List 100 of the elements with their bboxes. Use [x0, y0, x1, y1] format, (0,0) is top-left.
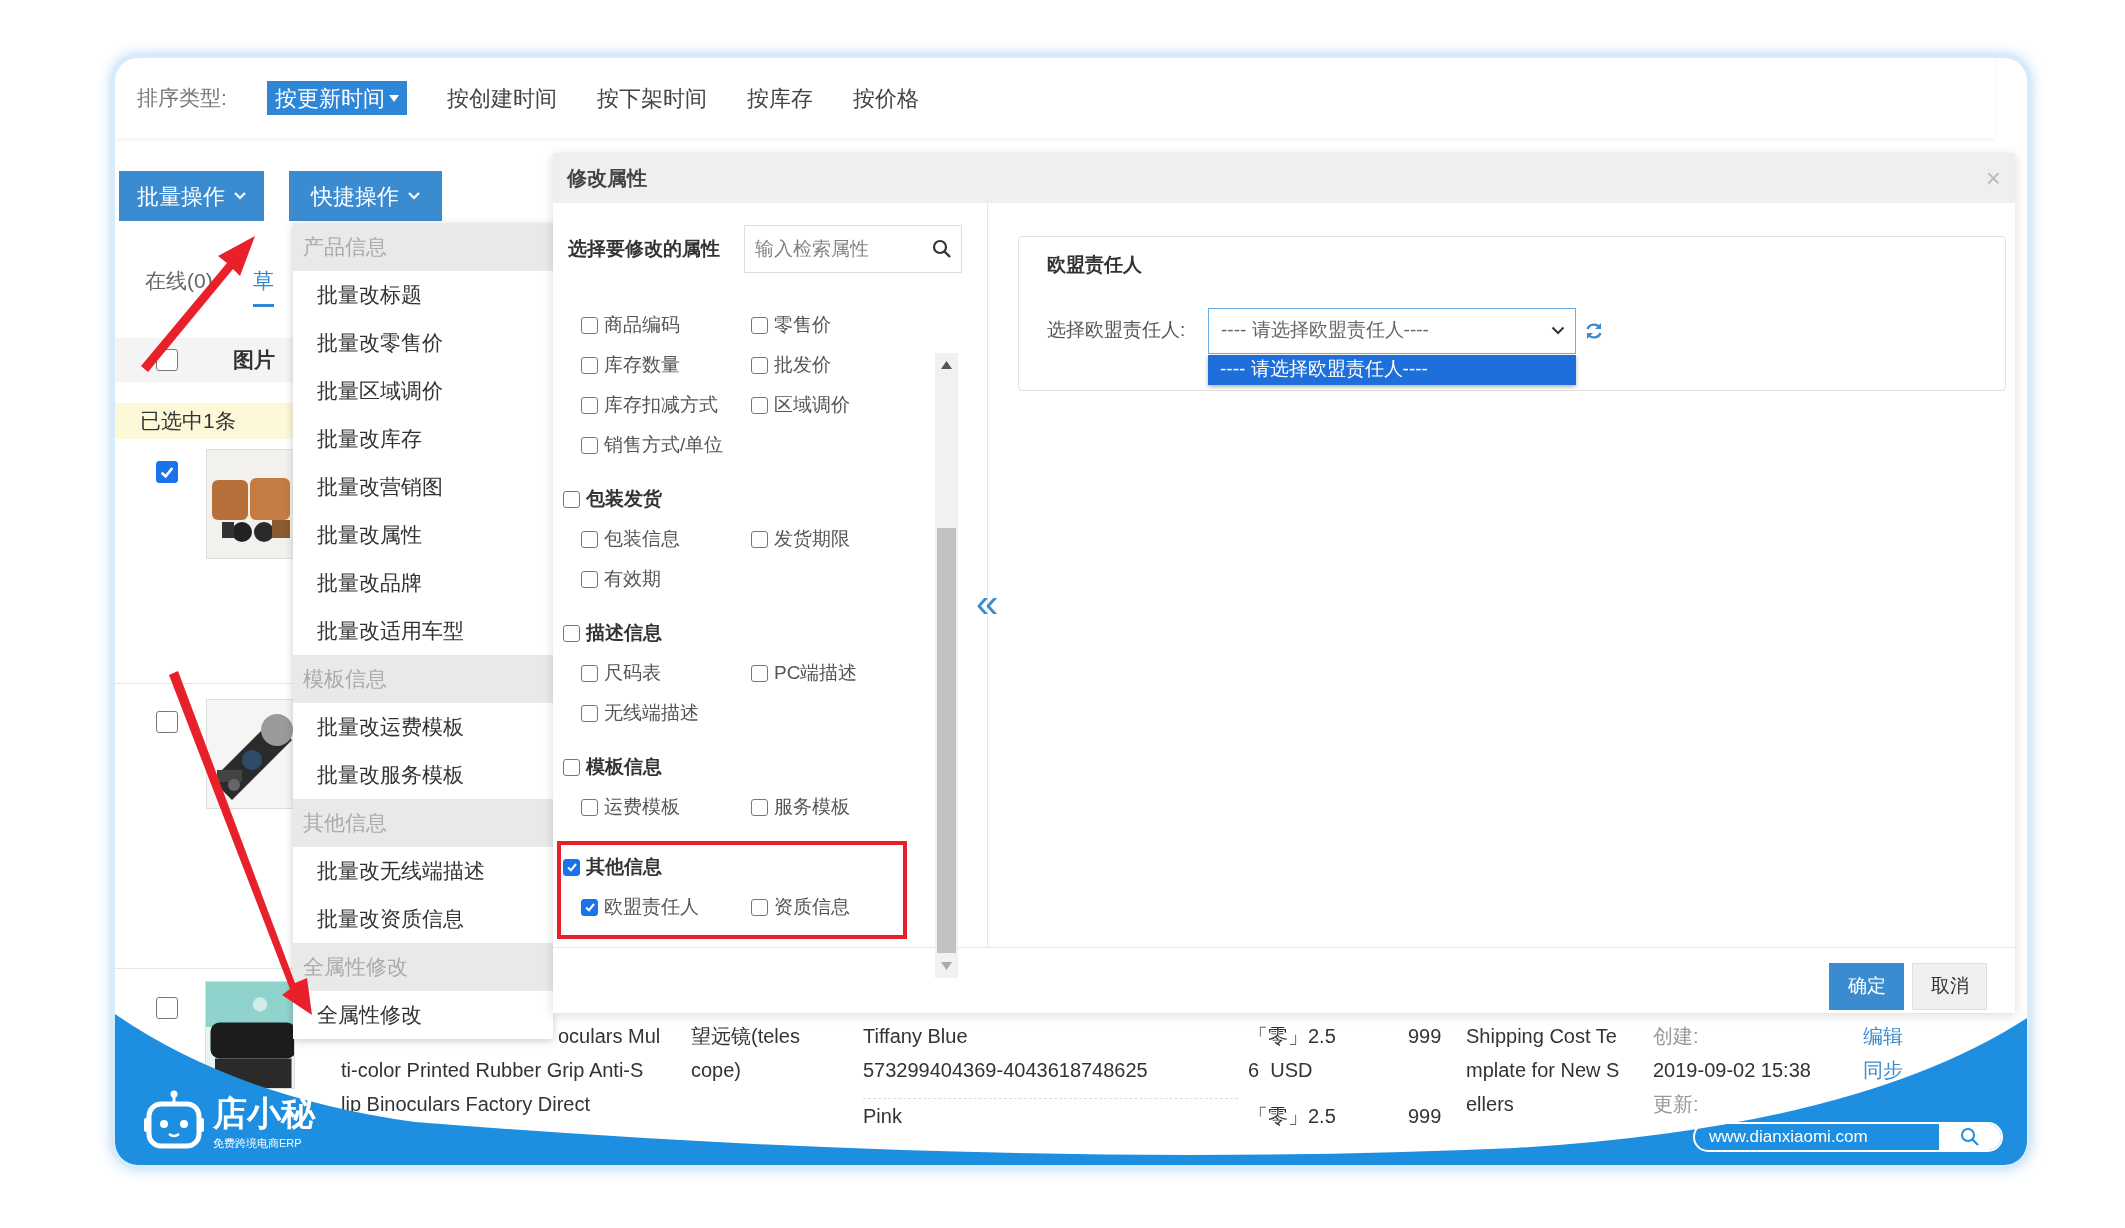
- checkbox-row[interactable]: 库存数量: [581, 345, 680, 385]
- menu-item[interactable]: 批量改库存: [293, 415, 553, 463]
- time-text: 2019-09-02 15:38: [1653, 1058, 1811, 1083]
- checkbox[interactable]: [581, 798, 598, 816]
- checkbox-row[interactable]: 有效期: [581, 559, 661, 599]
- checkbox[interactable]: [156, 997, 178, 1019]
- checkbox-row[interactable]: 区域调价: [751, 385, 850, 425]
- checkbox[interactable]: [563, 624, 580, 642]
- checkbox[interactable]: [751, 316, 768, 334]
- checkbox-row[interactable]: 尺码表: [581, 653, 661, 693]
- menu-item[interactable]: 批量改属性: [293, 511, 553, 559]
- checkbox-row[interactable]: 无线端描述: [581, 693, 699, 733]
- checkbox-row[interactable]: 零售价: [751, 305, 831, 345]
- checkbox-row[interactable]: 运费模板: [581, 787, 680, 827]
- collapse-button[interactable]: «: [976, 583, 999, 623]
- checkbox-row[interactable]: 批发价: [751, 345, 831, 385]
- menu-item[interactable]: 全属性修改: [293, 991, 553, 1039]
- menu-item[interactable]: 批量改服务模板: [293, 751, 553, 799]
- sort-option[interactable]: 按库存: [746, 81, 813, 115]
- menu-item[interactable]: 批量改无线端描述: [293, 847, 553, 895]
- check-icon: [565, 861, 578, 873]
- checkbox[interactable]: [581, 396, 598, 414]
- select-field[interactable]: ---- 请选择欧盟责任人----: [1208, 307, 1576, 354]
- checkbox-row[interactable]: 包装信息: [581, 519, 680, 559]
- checkbox-row[interactable]: 发货期限: [751, 519, 850, 559]
- menu-group-header: 其他信息: [293, 799, 553, 847]
- menu-group-header: 全属性修改: [293, 943, 553, 991]
- refresh-icon[interactable]: [1584, 320, 1604, 341]
- menu-item[interactable]: 批量改营销图: [293, 463, 553, 511]
- search-icon: [1960, 1127, 1980, 1147]
- checkbox[interactable]: [581, 436, 598, 454]
- sort-option[interactable]: 按价格: [852, 81, 919, 115]
- menu-item[interactable]: 批量改标题: [293, 271, 553, 319]
- checkbox[interactable]: [751, 898, 768, 916]
- product-title-line: ti-color Printed Rubber Grip Anti-S: [341, 1058, 644, 1083]
- category-line: cope): [691, 1058, 742, 1083]
- checkbox[interactable]: [156, 461, 178, 483]
- checkbox[interactable]: [581, 664, 598, 682]
- url-search-field[interactable]: www.dianxiaomi.com: [1693, 1122, 2003, 1152]
- checkbox[interactable]: [581, 530, 598, 548]
- tab[interactable]: 草: [252, 264, 274, 308]
- selection-notice: 已选中1条: [140, 408, 236, 435]
- checkbox-row[interactable]: 服务模板: [751, 787, 850, 827]
- dropdown-button[interactable]: 批量操作: [119, 171, 264, 221]
- checkbox[interactable]: [751, 356, 768, 374]
- checkbox-row[interactable]: 销售方式/单位: [581, 425, 724, 465]
- checkbox[interactable]: [751, 798, 768, 816]
- checkbox[interactable]: [581, 898, 598, 916]
- search-label: 选择要修改的属性: [568, 236, 721, 261]
- checkbox-row[interactable]: 包装发货: [561, 479, 662, 519]
- checkbox-row[interactable]: PC端描述: [751, 653, 858, 693]
- checkbox[interactable]: [751, 530, 768, 548]
- row-link[interactable]: 编辑: [1863, 1019, 1903, 1053]
- menu-item[interactable]: 批量改品牌: [293, 559, 553, 607]
- price-text: 6 USD: [1248, 1058, 1313, 1083]
- menu-item[interactable]: 批量改适用车型: [293, 607, 553, 655]
- checkbox-row[interactable]: 资质信息: [751, 887, 850, 927]
- modal-button[interactable]: 取消: [1912, 963, 1987, 1010]
- search-icon: [932, 239, 952, 259]
- menu-item[interactable]: 批量改运费模板: [293, 703, 553, 751]
- checkbox[interactable]: [751, 396, 768, 414]
- chevron-down-icon: [232, 191, 247, 201]
- checkbox[interactable]: [563, 758, 580, 776]
- checkbox[interactable]: [581, 356, 598, 374]
- check-icon: [583, 901, 596, 913]
- chevron-down-icon: [406, 191, 421, 201]
- checkbox[interactable]: [563, 858, 580, 876]
- checkbox[interactable]: [563, 490, 580, 508]
- time-text: 创建:: [1653, 1024, 1699, 1049]
- checkbox-row[interactable]: 欧盟责任人: [581, 887, 699, 927]
- checkbox-row[interactable]: 库存扣减方式: [581, 385, 718, 425]
- scroll-up-icon[interactable]: [941, 361, 952, 369]
- checkbox[interactable]: [156, 711, 178, 733]
- checkbox[interactable]: [581, 316, 598, 334]
- price-text: 「零」2.5: [1248, 1024, 1336, 1049]
- checkbox-row[interactable]: 模板信息: [561, 747, 662, 787]
- menu-group-header: 模板信息: [293, 655, 553, 703]
- checkbox-row[interactable]: 其他信息: [561, 847, 662, 887]
- sort-option[interactable]: 按更新时间: [266, 81, 407, 115]
- variant-text: Tiffany Blue: [863, 1024, 968, 1049]
- stock-text: 999: [1408, 1024, 1442, 1049]
- checkbox[interactable]: [751, 664, 768, 682]
- modal-button[interactable]: 确定: [1829, 963, 1904, 1010]
- search-field[interactable]: 输入检索属性: [744, 225, 962, 273]
- field-label: 选择欧盟责任人:: [1047, 318, 1187, 343]
- checkbox[interactable]: [581, 704, 598, 722]
- menu-item[interactable]: 批量改零售价: [293, 319, 553, 367]
- time-text: 更新:: [1653, 1092, 1699, 1117]
- scrollbar[interactable]: [935, 353, 958, 978]
- checkbox[interactable]: [581, 570, 598, 588]
- menu-item[interactable]: 批量区域调价: [293, 367, 553, 415]
- row-link[interactable]: 同步: [1863, 1053, 1903, 1087]
- checkbox-row[interactable]: 商品编码: [581, 305, 680, 345]
- sort-option[interactable]: 按下架时间: [596, 81, 707, 115]
- menu-item[interactable]: 批量改资质信息: [293, 895, 553, 943]
- modal-title: 修改属性: [567, 166, 647, 191]
- checkbox-row[interactable]: 描述信息: [561, 613, 662, 653]
- dropdown-option[interactable]: ---- 请选择欧盟责任人----: [1208, 354, 1576, 385]
- dropdown-button[interactable]: 快捷操作: [289, 171, 442, 221]
- sort-option[interactable]: 按创建时间: [446, 81, 557, 115]
